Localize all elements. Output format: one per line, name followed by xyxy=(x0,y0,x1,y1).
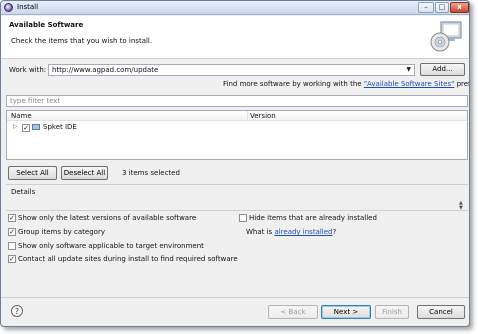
page-title: Available Software xyxy=(9,21,84,29)
work-with-combo[interactable]: http://www.agpad.com/update ▼ xyxy=(48,64,415,76)
contact-sites-checkbox[interactable]: ✓ xyxy=(8,255,16,263)
find-more-prefix: Find more software by working with the xyxy=(223,80,364,88)
divider xyxy=(6,210,468,211)
contact-sites-label: Contact all update sites during install … xyxy=(18,255,238,263)
available-software-sites-link[interactable]: "Available Software Sites" xyxy=(364,80,455,88)
software-tree: Name Version ▷ ✓ Spket IDE xyxy=(6,110,468,160)
title-bar: Install – □ x xyxy=(1,1,469,15)
work-with-label: Work with: xyxy=(9,66,47,74)
finish-button[interactable]: Finish xyxy=(375,305,409,319)
group-by-category-checkbox[interactable]: ✓ xyxy=(8,228,16,236)
row-label: Spket IDE xyxy=(43,123,77,131)
already-installed-link[interactable]: already installed xyxy=(274,228,332,236)
install-dialog: Install – □ x Available Software Check t… xyxy=(0,0,470,327)
divider xyxy=(6,184,468,185)
category-icon xyxy=(32,124,40,130)
hide-installed-label: Hide items that are already installed xyxy=(249,214,377,222)
install-wizard-icon xyxy=(430,21,462,52)
latest-versions-checkbox[interactable]: ✓ xyxy=(8,214,16,222)
what-installed-suffix: ? xyxy=(332,228,337,236)
row-checkbox[interactable]: ✓ xyxy=(22,124,30,132)
hide-installed-checkbox[interactable] xyxy=(239,214,247,222)
maximize-button[interactable]: □ xyxy=(435,2,449,13)
selection-count: 3 items selected xyxy=(122,169,180,177)
page-description: Check the items that you wish to install… xyxy=(11,37,153,45)
next-button[interactable]: Next > xyxy=(321,305,371,319)
column-version[interactable]: Version xyxy=(250,112,276,120)
footer-divider xyxy=(1,297,469,298)
latest-versions-label: Show only the latest versions of availab… xyxy=(18,214,197,222)
find-more-suffix: preferences. xyxy=(456,80,469,88)
wizard-banner: Available Software Check the items that … xyxy=(1,16,469,59)
close-button[interactable]: x xyxy=(450,2,469,13)
tree-row[interactable]: ▷ ✓ Spket IDE xyxy=(7,123,467,133)
target-environment-checkbox[interactable] xyxy=(8,242,16,250)
what-installed-prefix: What is xyxy=(246,228,275,236)
back-button[interactable]: < Back xyxy=(268,305,318,319)
column-divider[interactable] xyxy=(247,111,248,121)
details-area xyxy=(6,198,468,210)
help-icon[interactable]: ? xyxy=(11,305,23,317)
eclipse-icon xyxy=(4,3,13,12)
deselect-all-button[interactable]: Deselect All xyxy=(61,166,108,180)
work-with-value: http://www.agpad.com/update xyxy=(52,66,159,74)
window-title: Install xyxy=(17,3,39,11)
column-name[interactable]: Name xyxy=(11,112,32,120)
cancel-button[interactable]: Cancel xyxy=(417,305,465,319)
select-all-button[interactable]: Select All xyxy=(8,166,57,180)
target-environment-label: Show only software applicable to target … xyxy=(18,242,204,250)
expand-icon[interactable]: ▷ xyxy=(13,123,18,130)
add-site-button[interactable]: Add... xyxy=(420,63,465,76)
chevron-down-icon[interactable]: ▼ xyxy=(406,65,411,75)
find-more-text: Find more software by working with the "… xyxy=(223,80,469,88)
group-by-category-label: Group items by category xyxy=(18,228,105,236)
tree-header: Name Version xyxy=(7,111,467,121)
minimize-button[interactable]: – xyxy=(418,2,434,13)
details-label: Details xyxy=(11,188,36,196)
filter-input[interactable]: type filter text xyxy=(6,95,468,107)
what-installed-text: What is already installed? xyxy=(246,228,336,236)
